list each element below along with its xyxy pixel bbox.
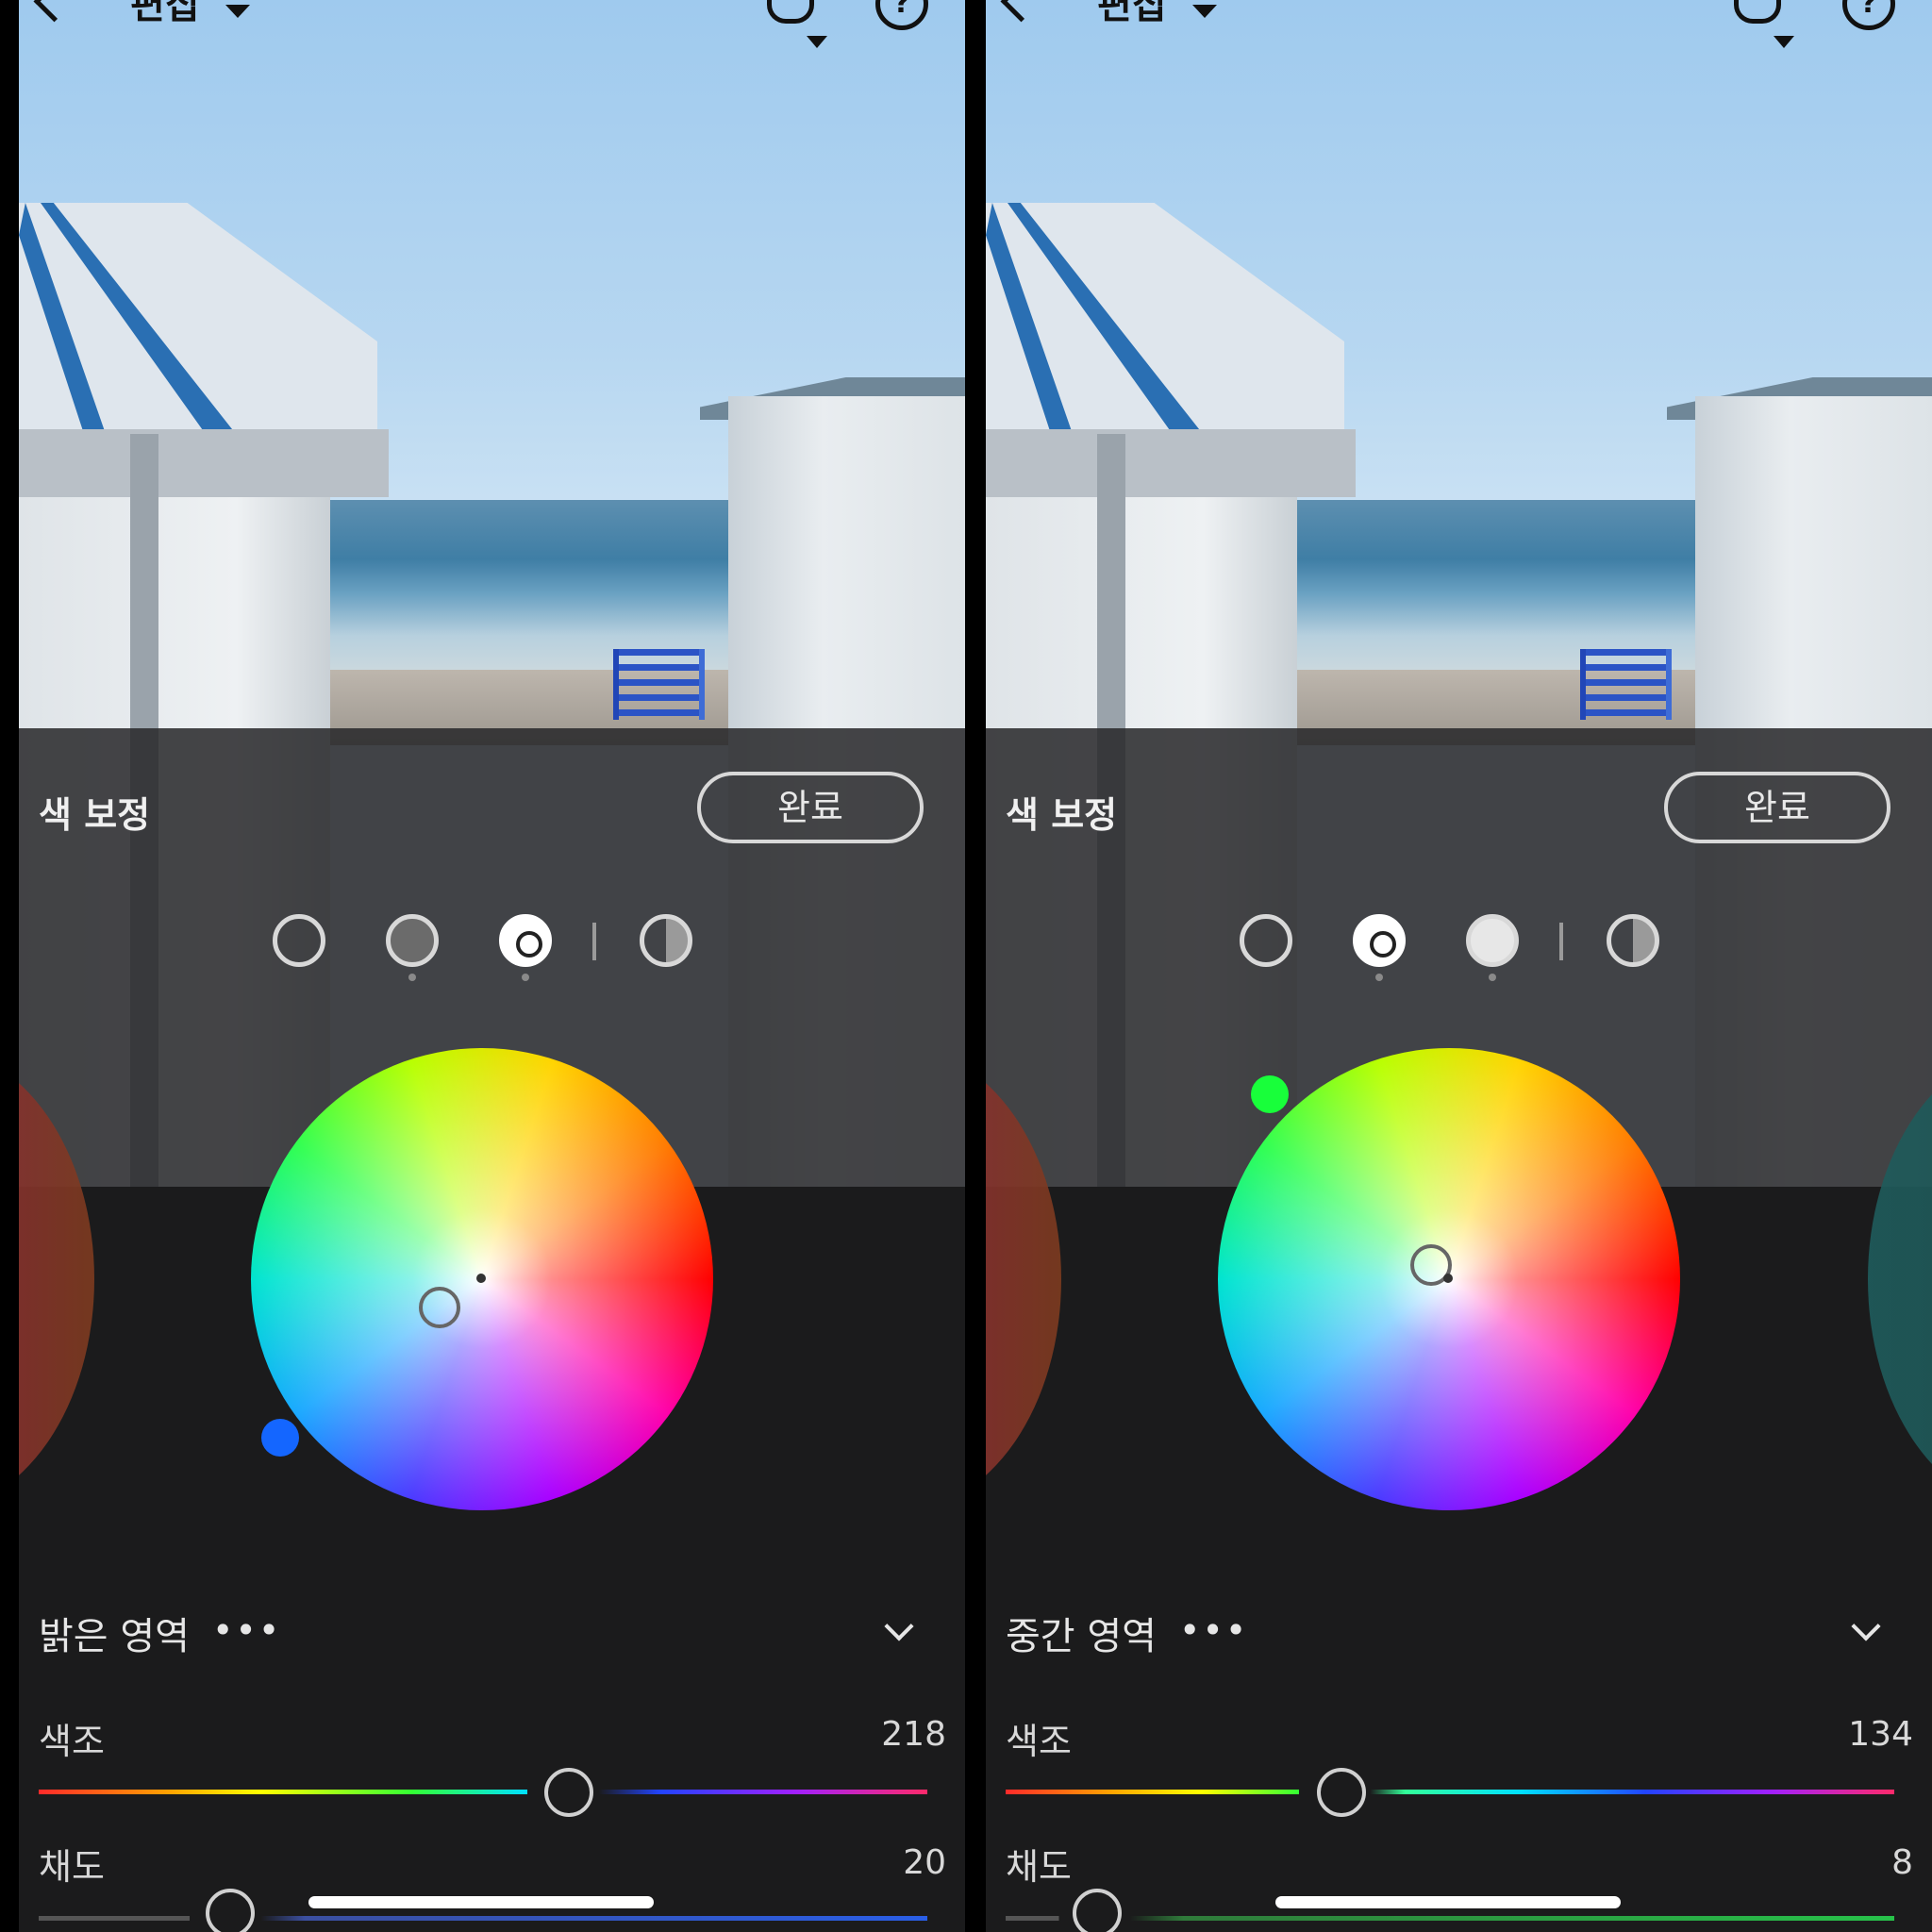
mode-highlights-button[interactable] <box>499 914 552 967</box>
region-label[interactable]: 밝은 영역 <box>39 1606 190 1660</box>
left-screen: 편집 ? 색 보정 완료 밝은 영역 ••• 색조 218 채도 20 <box>19 0 965 1932</box>
hue-range-knob[interactable] <box>1251 1075 1289 1113</box>
hue-range-knob[interactable] <box>261 1419 299 1457</box>
beach-chairs <box>1580 649 1672 720</box>
undo-menu-caret-icon[interactable] <box>1774 36 1794 48</box>
mode-label[interactable]: 편집 <box>1097 0 1167 25</box>
saturation-value[interactable]: 20 <box>903 1843 946 1882</box>
saturation-slider-track[interactable] <box>1006 1916 1894 1921</box>
mode-label[interactable]: 편집 <box>130 0 200 25</box>
saturation-label: 채도 <box>1006 1846 1072 1888</box>
top-bar: 편집 ? <box>19 0 965 48</box>
top-bar: 편집 ? <box>986 0 1932 48</box>
panel-title: 색 보정 <box>1006 794 1118 836</box>
hue-slider-knob[interactable] <box>1317 1768 1366 1817</box>
mode-global-button[interactable] <box>640 914 692 967</box>
hue-label: 색조 <box>1006 1721 1072 1762</box>
hue-value[interactable]: 218 <box>881 1715 946 1754</box>
color-wheel-handle[interactable] <box>419 1287 460 1328</box>
undo-menu-caret-icon[interactable] <box>807 36 827 48</box>
beach-chairs <box>613 649 705 720</box>
mode-separator <box>1559 923 1563 960</box>
mode-shadows-button[interactable] <box>273 914 325 967</box>
adjusted-indicator-dot <box>522 974 529 981</box>
help-icon[interactable]: ? <box>1842 0 1895 30</box>
mode-midtones-button[interactable] <box>386 914 439 967</box>
adjusted-indicator-dot <box>1489 974 1496 981</box>
saturation-slider-knob[interactable] <box>206 1889 255 1932</box>
chevron-down-icon[interactable] <box>225 5 250 18</box>
wheel-center-dot <box>476 1274 486 1283</box>
done-button[interactable]: 완료 <box>1664 772 1890 843</box>
mode-global-button[interactable] <box>1607 914 1659 967</box>
undo-icon[interactable] <box>767 0 814 24</box>
saturation-label: 채도 <box>39 1846 105 1888</box>
region-label[interactable]: 중간 영역 <box>1006 1606 1157 1660</box>
panel-title: 색 보정 <box>39 794 151 836</box>
mode-highlights-button[interactable] <box>1466 914 1519 967</box>
undo-icon[interactable] <box>1734 0 1781 24</box>
adjusted-indicator-dot <box>408 974 416 981</box>
hue-slider-track[interactable] <box>1006 1790 1894 1794</box>
mode-midtones-button[interactable] <box>1353 914 1406 967</box>
home-indicator <box>1275 1896 1621 1908</box>
hue-slider-knob[interactable] <box>544 1768 593 1817</box>
back-icon[interactable] <box>1000 0 1042 23</box>
roof-eave <box>19 429 389 497</box>
more-icon[interactable]: ••• <box>1179 1612 1248 1648</box>
wheel-center-dot <box>1443 1274 1453 1283</box>
chevron-down-icon[interactable] <box>1192 5 1217 18</box>
back-icon[interactable] <box>33 0 75 23</box>
mode-shadows-button[interactable] <box>1240 914 1292 967</box>
hue-label: 색조 <box>39 1721 105 1762</box>
saturation-slider-track[interactable] <box>39 1916 927 1921</box>
hue-slider-track[interactable] <box>39 1790 927 1794</box>
mode-separator <box>592 923 596 960</box>
done-button[interactable]: 완료 <box>697 772 924 843</box>
roof-eave <box>986 429 1356 497</box>
home-indicator <box>308 1896 654 1908</box>
help-icon[interactable]: ? <box>875 0 928 30</box>
more-icon[interactable]: ••• <box>212 1612 281 1648</box>
saturation-slider-knob[interactable] <box>1073 1889 1122 1932</box>
hue-value[interactable]: 134 <box>1848 1715 1913 1754</box>
adjusted-indicator-dot <box>1375 974 1383 981</box>
saturation-value[interactable]: 8 <box>1891 1843 1913 1882</box>
right-screen: 편집 ? 색 보정 완료 중간 영역 ••• 색조 134 채도 8 <box>986 0 1932 1932</box>
